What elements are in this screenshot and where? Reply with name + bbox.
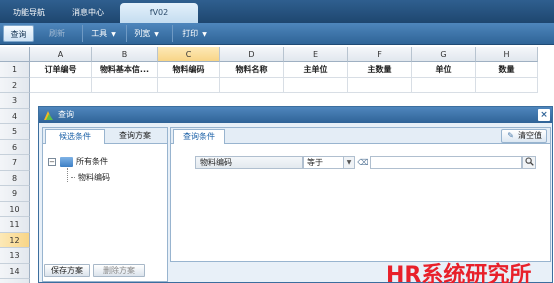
- column-header-g[interactable]: G: [412, 47, 476, 62]
- tree-node-label: 物料编码: [78, 173, 110, 182]
- chevron-down-icon: ▼: [111, 31, 116, 38]
- cell-f2[interactable]: [348, 77, 412, 93]
- row-header-7[interactable]: 7: [0, 155, 30, 171]
- row-header-6[interactable]: 6: [0, 139, 30, 155]
- tab-candidate-conditions[interactable]: 候选条件: [45, 129, 105, 144]
- app-logo-icon: [44, 111, 53, 120]
- operator-select[interactable]: 等于 ▼: [303, 156, 355, 169]
- column-header-c[interactable]: C: [158, 47, 220, 62]
- delete-scheme-button[interactable]: 删除方案: [93, 264, 145, 277]
- row-header-8[interactable]: 8: [0, 170, 30, 186]
- dialog-title-bar[interactable]: 查询 ×: [39, 107, 552, 123]
- print-menu-button[interactable]: 打印 ▼: [172, 25, 216, 42]
- grid-corner[interactable]: [0, 47, 30, 62]
- clear-values-button[interactable]: ✎ 清空值: [501, 129, 547, 143]
- cell-g1[interactable]: 单位: [412, 62, 476, 78]
- cell-h2[interactable]: [476, 77, 538, 93]
- column-header-b[interactable]: B: [92, 47, 158, 62]
- cell-a1[interactable]: 订单编号: [30, 62, 92, 78]
- column-header-h[interactable]: H: [476, 47, 538, 62]
- top-tab-bar: 功能导航 消息中心 fV02: [0, 0, 554, 23]
- row-header-1[interactable]: 1: [0, 62, 30, 78]
- row-header-13[interactable]: 13: [0, 248, 30, 264]
- cell-e1[interactable]: 主单位: [284, 62, 348, 78]
- tools-label: 工具: [91, 29, 108, 38]
- chevron-down-icon[interactable]: ▼: [343, 157, 354, 168]
- toolbar: 查询 刷新 工具 ▼ 列宽 ▼ 打印 ▼: [0, 23, 554, 45]
- cell-f1[interactable]: 主数量: [348, 62, 412, 78]
- row-header-2[interactable]: 2: [0, 77, 30, 93]
- row-header-3[interactable]: 3: [0, 93, 30, 109]
- tab-function-nav[interactable]: 功能导航: [0, 3, 58, 23]
- row-header-9[interactable]: 9: [0, 186, 30, 202]
- dialog-title: 查询: [58, 110, 74, 119]
- condition-row: 物料编码 等于 ▼ ⌫: [195, 156, 537, 169]
- tab-query-schemes[interactable]: 查询方案: [107, 129, 163, 144]
- condition-value-input[interactable]: [370, 156, 522, 169]
- folder-icon: [60, 157, 73, 167]
- cell-d2[interactable]: [220, 77, 284, 93]
- tree-branch-line: [71, 177, 75, 178]
- cell-d1[interactable]: 物料名称: [220, 62, 284, 78]
- cell-b1[interactable]: 物料基本信...: [92, 62, 158, 78]
- tree-connector: [67, 168, 68, 182]
- row-header-11[interactable]: 11: [0, 217, 30, 233]
- candidate-panel: 候选条件 查询方案 − 所有条件 物料编码: [42, 127, 168, 282]
- tree-node-material-code[interactable]: 物料编码: [71, 172, 110, 184]
- broom-icon: ✎: [507, 131, 514, 140]
- chevron-down-icon: ▼: [154, 31, 159, 38]
- chevron-down-icon: ▼: [202, 31, 207, 38]
- operator-value: 等于: [307, 158, 323, 167]
- save-scheme-button[interactable]: 保存方案: [44, 264, 90, 277]
- row-header-10[interactable]: 10: [0, 201, 30, 217]
- refresh-button[interactable]: 刷新: [42, 25, 72, 42]
- tree-node-label: 所有条件: [76, 157, 108, 166]
- tab-message-center[interactable]: 消息中心: [58, 3, 118, 23]
- cell-g2[interactable]: [412, 77, 476, 93]
- watermark-text: HR系统研究所: [386, 263, 532, 283]
- cell-c1[interactable]: 物料编码: [158, 62, 220, 78]
- right-tab-strip: 查询条件 ✎ 清空值: [171, 128, 550, 144]
- row-header-4[interactable]: 4: [0, 108, 30, 124]
- tools-menu-button[interactable]: 工具 ▼: [82, 25, 124, 42]
- tab-fv02[interactable]: fV02: [120, 3, 198, 23]
- print-label: 打印: [182, 29, 199, 38]
- cell-e2[interactable]: [284, 77, 348, 93]
- cell-h1[interactable]: 数量: [476, 62, 538, 78]
- row-header-14[interactable]: 14: [0, 263, 30, 279]
- eraser-icon[interactable]: ⌫: [357, 156, 369, 169]
- column-header-d[interactable]: D: [220, 47, 284, 62]
- columns-label: 列宽: [134, 29, 151, 38]
- clear-values-label: 清空值: [518, 131, 542, 140]
- left-tab-strip: 候选条件 查询方案: [43, 128, 167, 144]
- cell-b2[interactable]: [92, 77, 158, 93]
- column-header-a[interactable]: A: [30, 47, 92, 62]
- collapse-icon[interactable]: −: [48, 158, 56, 166]
- query-button[interactable]: 查询: [3, 25, 34, 42]
- column-header-e[interactable]: E: [284, 47, 348, 62]
- tab-query-conditions[interactable]: 查询条件: [173, 129, 225, 144]
- row-header-12[interactable]: 12: [0, 232, 30, 248]
- magnifier-glyph: [524, 157, 534, 166]
- search-icon[interactable]: [522, 156, 536, 169]
- column-header-f[interactable]: F: [348, 47, 412, 62]
- row-header-5[interactable]: 5: [0, 124, 30, 140]
- cell-a2[interactable]: [30, 77, 92, 93]
- close-button[interactable]: ×: [538, 109, 550, 121]
- conditions-panel: 查询条件 ✎ 清空值 物料编码 等于 ▼ ⌫: [170, 127, 551, 262]
- row-header-15[interactable]: 15: [0, 279, 30, 283]
- columns-menu-button[interactable]: 列宽 ▼: [126, 25, 166, 42]
- condition-field-label: 物料编码: [195, 156, 303, 169]
- cell-c2[interactable]: [158, 77, 220, 93]
